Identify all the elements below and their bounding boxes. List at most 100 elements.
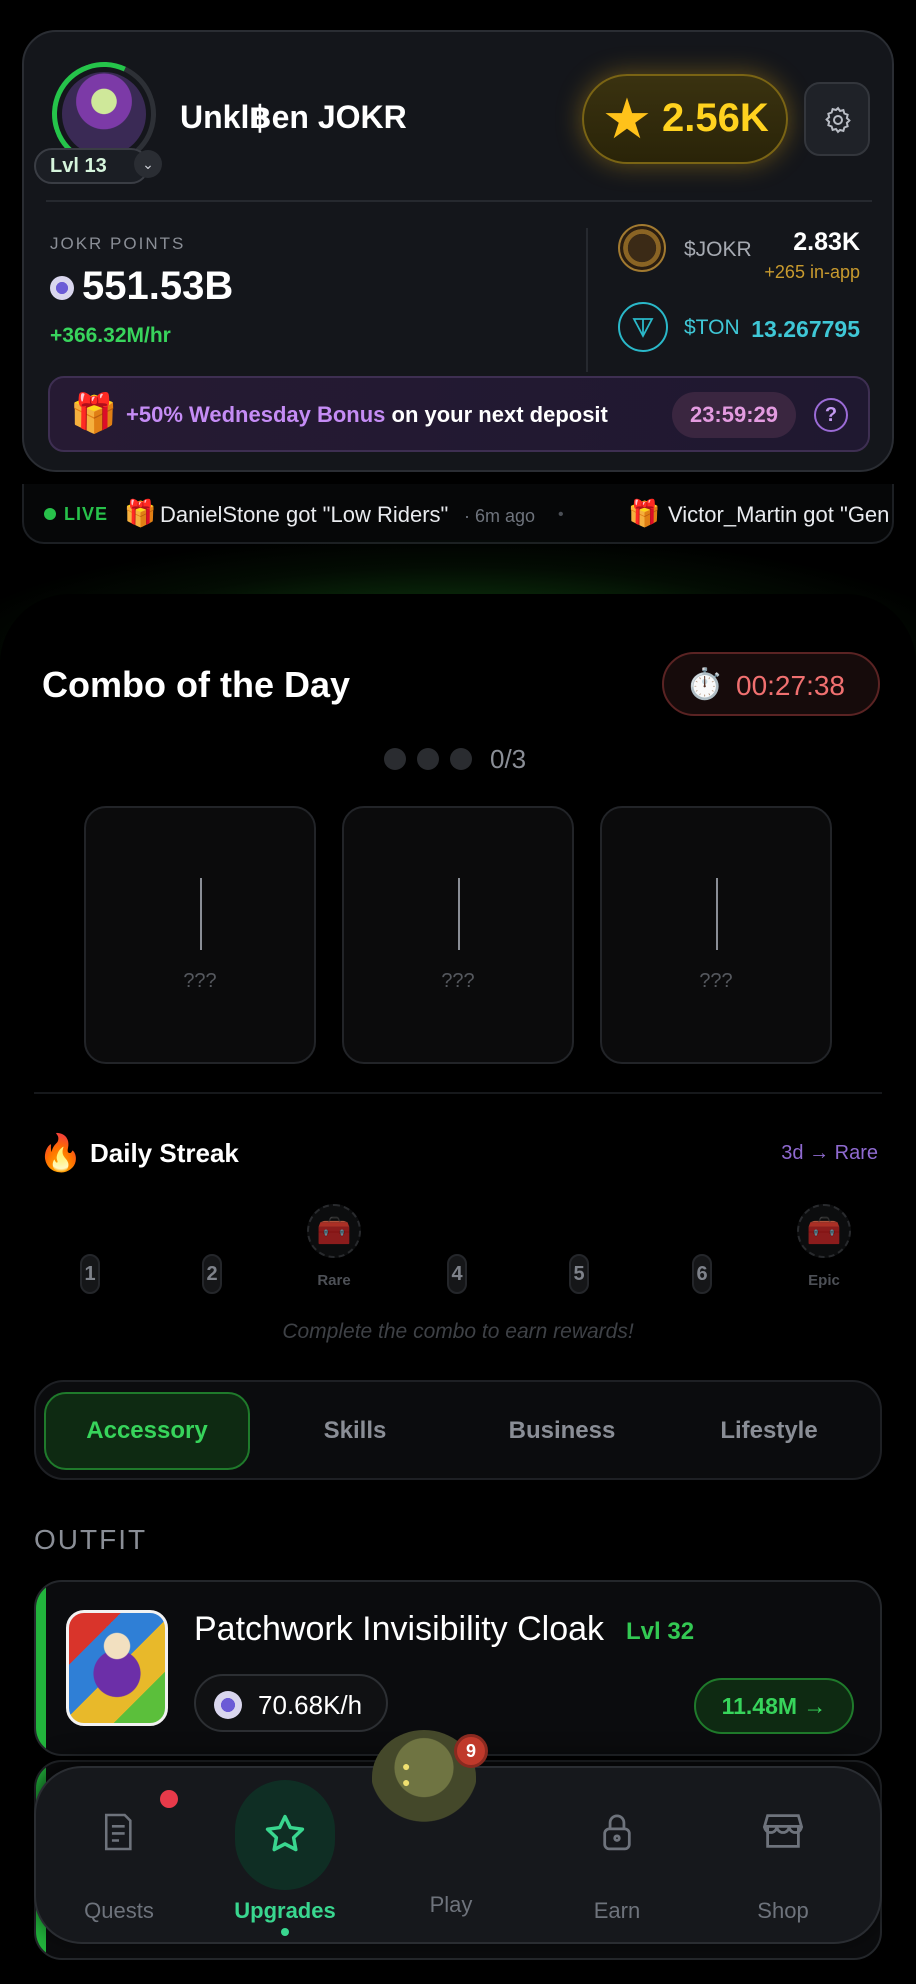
streak-day: 4 (447, 1254, 467, 1294)
lock-icon (603, 1814, 631, 1851)
nav-label: Earn (593, 1898, 641, 1923)
combo-progress-count: 0/3 (490, 744, 527, 774)
ticker-separator: • (558, 506, 564, 523)
upgrade-buy-button[interactable]: 11.48M → (694, 1678, 854, 1734)
card-placeholder-line (716, 878, 718, 950)
ticker-time: · 6m ago (464, 506, 536, 526)
nav-label: Play (429, 1892, 473, 1917)
header-divider (46, 200, 872, 202)
card-hidden-label: ??? (183, 970, 217, 992)
gear-icon (825, 106, 851, 134)
stars-balance-button[interactable]: ★ 2.56K (582, 74, 788, 164)
fire-icon: 🔥 (38, 1132, 83, 1173)
nav-label: Quests (84, 1898, 154, 1923)
upgrade-rate: 70.68K/h (194, 1674, 388, 1732)
chevron-down-icon[interactable]: ⌄ (134, 150, 162, 178)
live-ticker: LIVE 🎁 DanielStone got "Low Riders" · 6m… (22, 484, 894, 544)
combo-card[interactable]: ??? (342, 806, 574, 1064)
card-hidden-label: ??? (441, 970, 475, 992)
live-indicator-dot (44, 508, 56, 520)
notification-dot (160, 1790, 178, 1808)
bonus-text: +50% Wednesday Bonus on your next deposi… (126, 402, 608, 428)
combo-card[interactable]: ??? (600, 806, 832, 1064)
rare-chest-icon: 🧰 (307, 1204, 361, 1258)
jokr-value: 2.83K (793, 228, 860, 256)
stopwatch-icon: ⏱️ (686, 668, 724, 701)
upgrade-card[interactable]: Patchwork Invisibility Cloak Lvl 32 70.6… (34, 1580, 882, 1756)
card-hidden-label: ??? (699, 970, 733, 992)
epic-chest-label: Epic (808, 1272, 840, 1289)
points-label: JOKR POINTS (50, 234, 186, 253)
gift-icon: 🎁 (628, 498, 661, 528)
streak-day: 2 (202, 1254, 222, 1294)
stars-value: 2.56K (662, 96, 769, 140)
tab-accessory[interactable]: Accessory (44, 1392, 250, 1470)
jokr-inapp-value: +265 in-app (764, 262, 860, 282)
combo-timer: ⏱️ 00:27:38 (662, 652, 880, 716)
card-accent-bar (36, 1582, 46, 1754)
points-value: 551.53B (82, 264, 234, 308)
ton-label: $TON (684, 316, 740, 339)
play-badge: 9 (454, 1734, 488, 1768)
nav-label: Shop (757, 1898, 809, 1923)
rare-chest-label: Rare (317, 1272, 351, 1289)
points-coin-icon (214, 1691, 242, 1719)
nav-label: Upgrades (234, 1898, 336, 1923)
level-badge[interactable]: Lvl 13 (34, 148, 149, 184)
tab-business[interactable]: Business (459, 1392, 665, 1470)
streak-target: 3d → Rare (781, 1142, 878, 1164)
username: Unkl฿en JOKR (180, 99, 407, 135)
nav-earn[interactable]: Earn (534, 1768, 700, 1946)
joker-avatar-image (62, 72, 146, 156)
card-placeholder-line (458, 878, 460, 950)
nav-shop[interactable]: Shop (700, 1768, 866, 1946)
nav-upgrades[interactable]: Upgrades (202, 1768, 368, 1946)
tab-lifestyle[interactable]: Lifestyle (666, 1392, 872, 1470)
ticker-item: DanielStone got "Low Riders" (160, 502, 449, 527)
section-heading: OUTFIT (34, 1524, 148, 1555)
quests-icon (104, 1813, 132, 1851)
bonus-timer: 23:59:29 (672, 392, 796, 438)
upgrade-name: Patchwork Invisibility Cloak (194, 1610, 605, 1648)
shop-icon (763, 1814, 803, 1848)
tab-skills[interactable]: Skills (252, 1392, 458, 1470)
bonus-highlight: +50% Wednesday Bonus (126, 402, 386, 427)
streak-day: 5 (569, 1254, 589, 1294)
active-indicator-dot (281, 1928, 289, 1936)
ticker-item: Victor_Martin got "Gen (668, 502, 890, 527)
epic-chest-icon: 🧰 (797, 1204, 851, 1258)
jokr-label: $JOKR (684, 238, 752, 261)
combo-progress-dot (417, 748, 439, 770)
balance-divider (586, 228, 588, 372)
points-rate: +366.32M/hr (50, 324, 171, 347)
upgrade-level: Lvl 32 (626, 1618, 695, 1645)
gift-icon: 🎁 (70, 393, 118, 435)
upgrade-rate-value: 70.68K/h (258, 1690, 363, 1720)
nav-quests[interactable]: Quests (36, 1768, 202, 1946)
card-placeholder-line (200, 878, 202, 950)
live-label: LIVE (64, 504, 109, 524)
ton-value: 13.267795 (751, 316, 860, 342)
bonus-description: on your next deposit (385, 402, 608, 427)
deposit-bonus-banner[interactable]: 🎁 +50% Wednesday Bonus on your next depo… (48, 376, 870, 452)
star-icon (265, 1814, 305, 1852)
profile-card: Lvl 13 ⌄ Unkl฿en JOKR ★ 2.56K JOKR POINT… (22, 30, 894, 472)
combo-title: Combo of the Day (42, 664, 351, 705)
streak-day: 6 (692, 1254, 712, 1294)
star-icon: ★ (601, 87, 653, 150)
streak-title: Daily Streak (90, 1138, 239, 1168)
points-coin-icon (50, 276, 74, 300)
category-tabs: Accessory Skills Business Lifestyle (34, 1380, 882, 1480)
gift-icon: 🎁 (124, 498, 157, 528)
section-divider (34, 1092, 882, 1094)
jokr-token-icon (618, 224, 666, 272)
ton-icon (618, 302, 668, 352)
upgrade-image (66, 1610, 168, 1726)
streak-hint: Complete the combo to earn rewards! (282, 1320, 634, 1343)
settings-button[interactable] (804, 82, 870, 156)
help-button[interactable]: ? (814, 398, 848, 432)
combo-progress-dot (384, 748, 406, 770)
combo-timer-value: 00:27:38 (736, 670, 845, 701)
streak-day: 1 (80, 1254, 100, 1294)
combo-card[interactable]: ??? (84, 806, 316, 1064)
